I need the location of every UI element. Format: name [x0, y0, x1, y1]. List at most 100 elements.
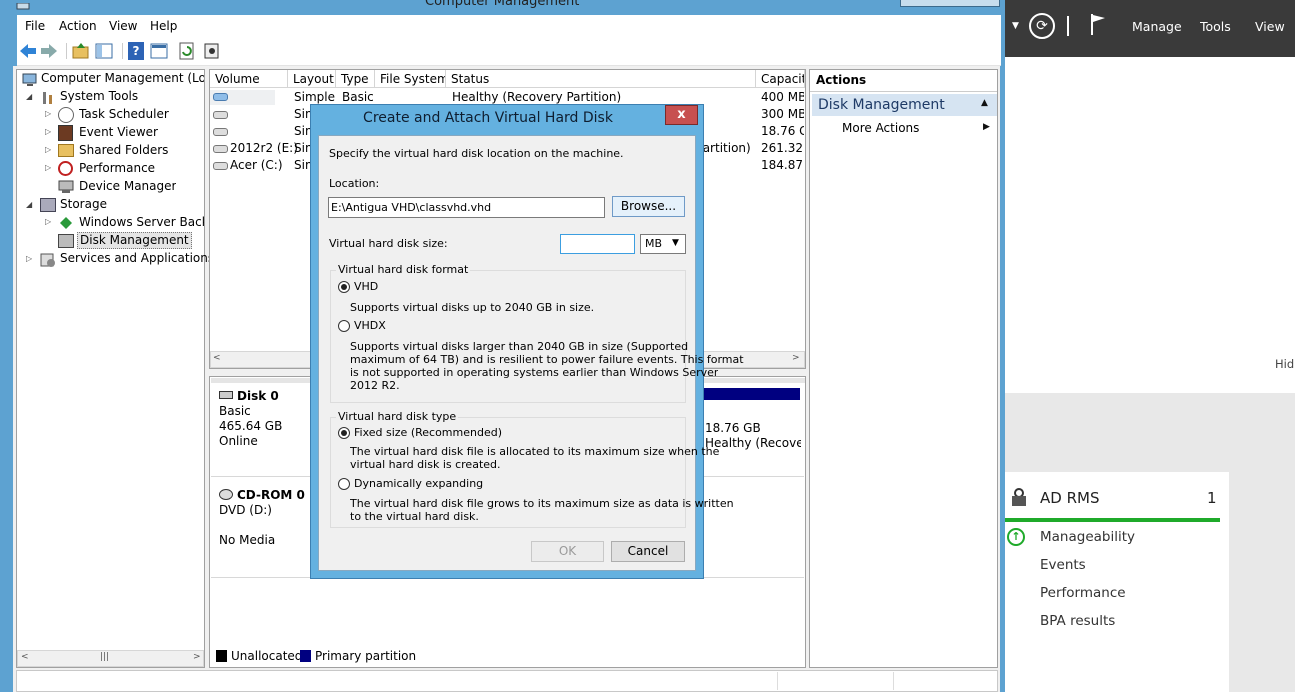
more-actions[interactable]: More Actions [842, 121, 919, 135]
partition-status: Healthy (Recover [705, 436, 801, 450]
chevron-down-icon[interactable]: ▼ [672, 238, 679, 248]
cd-rom-icon [219, 489, 233, 500]
collapsed-icon[interactable]: ▷ [45, 127, 51, 136]
tree-horizontal-scrollbar[interactable] [17, 650, 204, 667]
menu-file[interactable]: File [25, 19, 45, 33]
ok-button[interactable]: OK [531, 541, 604, 562]
scroll-right-icon[interactable]: > [193, 652, 201, 662]
volume-icon [213, 145, 228, 153]
collapsed-icon[interactable]: ▷ [45, 145, 51, 154]
tree-windows-server-backup[interactable]: Windows Server Backup [79, 215, 204, 229]
legend-primary: Primary partition [315, 649, 417, 663]
primary-partition-bar[interactable] [703, 388, 800, 400]
scroll-left-icon[interactable]: < [213, 353, 221, 363]
refresh-icon[interactable] [178, 42, 196, 60]
col-status[interactable]: Status [446, 70, 756, 88]
refresh-icon[interactable]: ⟳ [1029, 13, 1055, 39]
up-folder-icon[interactable] [72, 42, 90, 60]
col-type[interactable]: Type [336, 70, 375, 88]
manage-menu[interactable]: Manage [1132, 19, 1182, 34]
tree-storage[interactable]: Storage [60, 197, 107, 211]
tile-item-bpa[interactable]: BPA results [1040, 613, 1115, 629]
tile-item-performance[interactable]: Performance [1040, 585, 1126, 601]
services-icon [40, 252, 56, 268]
row0-status: Healthy (Recovery Partition) [452, 90, 622, 104]
tile-item-events[interactable]: Events [1040, 557, 1086, 573]
show-hide-tree-icon[interactable] [95, 42, 113, 60]
view-menu[interactable]: View [1255, 19, 1285, 34]
collapsed-icon[interactable]: ▷ [45, 109, 51, 118]
ad-rms-tile[interactable] [1005, 472, 1229, 692]
properties-icon[interactable] [150, 42, 168, 60]
window-controls[interactable] [900, 0, 1000, 7]
disk-icon [219, 391, 233, 399]
vhd-label[interactable]: VHD [354, 280, 378, 293]
forward-arrow-icon[interactable] [40, 42, 58, 60]
location-label: Location: [329, 177, 380, 190]
menu-action[interactable]: Action [59, 19, 97, 33]
help-icon[interactable]: ? [128, 42, 144, 60]
tree-system-tools[interactable]: System Tools [60, 89, 138, 103]
vhdx-description-2: maximum of 64 TB) and is resilient to po… [350, 353, 744, 366]
collapse-up-icon[interactable]: ▲ [981, 98, 988, 108]
vhdx-radio[interactable] [338, 320, 350, 332]
up-arrow-icon: ↑ [1007, 528, 1025, 546]
tree-task-scheduler[interactable]: Task Scheduler [79, 107, 169, 121]
actions-section-title[interactable]: Disk Management [818, 97, 945, 113]
collapsed-icon[interactable]: ▷ [45, 217, 51, 226]
legend-unallocated: Unallocated [231, 649, 303, 663]
back-arrow-icon[interactable] [19, 42, 37, 60]
disk0-name[interactable]: Disk 0 [237, 389, 279, 403]
vhdx-label[interactable]: VHDX [354, 319, 386, 332]
cdrom-name[interactable]: CD-ROM 0 [237, 488, 305, 502]
tile-title[interactable]: AD RMS [1040, 489, 1099, 507]
hide-link[interactable]: Hid [1275, 357, 1294, 371]
cancel-button[interactable]: Cancel [611, 541, 685, 562]
disk0-status: Online [219, 434, 258, 448]
collapsed-icon[interactable]: ▷ [45, 163, 51, 172]
menu-help[interactable]: Help [150, 19, 177, 33]
browse-button[interactable]: Browse... [612, 196, 685, 217]
dynamic-label[interactable]: Dynamically expanding [354, 477, 483, 490]
dropdown-arrow-icon[interactable]: ▼ [1012, 21, 1019, 31]
legend-unallocated-swatch [216, 650, 227, 662]
scroll-right-icon[interactable]: > [792, 353, 800, 363]
menu-view[interactable]: View [109, 19, 137, 33]
settings-icon[interactable] [203, 42, 221, 60]
size-input[interactable] [560, 234, 635, 254]
tree-shared-folders[interactable]: Shared Folders [79, 143, 168, 157]
scroll-thumb-grip-icon[interactable]: ||| [100, 652, 109, 662]
col-file-system[interactable]: File System [375, 70, 446, 88]
tree-event-viewer[interactable]: Event Viewer [79, 125, 158, 139]
dynamic-radio[interactable] [338, 478, 350, 490]
tools-icon [40, 90, 56, 106]
actions-title: Actions [816, 73, 867, 87]
tree-performance[interactable]: Performance [79, 161, 155, 175]
fixed-size-radio[interactable] [338, 427, 350, 439]
tree-disk-management[interactable]: Disk Management [77, 232, 192, 249]
fixed-description-1: The virtual hard disk file is allocated … [350, 445, 720, 458]
dialog-close-button[interactable]: x [665, 105, 698, 125]
tile-item-manageability[interactable]: Manageability [1040, 529, 1135, 545]
col-capacity[interactable]: Capacity [756, 70, 805, 88]
expanded-icon[interactable]: ◢ [26, 200, 32, 209]
tools-menu[interactable]: Tools [1200, 19, 1231, 34]
tree-services-apps[interactable]: Services and Applications [60, 251, 214, 265]
vhd-description: Supports virtual disks up to 2040 GB in … [350, 301, 595, 314]
flag-icon[interactable] [1090, 13, 1106, 35]
fixed-size-label[interactable]: Fixed size (Recommended) [354, 426, 502, 439]
unit-select[interactable]: MB [640, 234, 686, 254]
location-input[interactable]: E:\Antigua VHD\classvhd.vhd [328, 197, 605, 218]
tree-root[interactable]: Computer Management (Local [41, 71, 204, 85]
collapsed-icon[interactable]: ▷ [26, 254, 32, 263]
vhdx-description-4: 2012 R2. [350, 379, 400, 392]
col-layout[interactable]: Layout [288, 70, 336, 88]
vhd-radio[interactable] [338, 281, 350, 293]
col-volume[interactable]: Volume [210, 70, 288, 88]
row3-volume: 2012r2 (E:) [230, 141, 298, 155]
expanded-icon[interactable]: ◢ [26, 92, 32, 101]
scroll-left-icon[interactable]: < [21, 652, 29, 662]
volume-icon [213, 111, 228, 119]
chevron-right-icon[interactable]: ▶ [983, 122, 990, 132]
tree-device-manager[interactable]: Device Manager [79, 179, 176, 193]
